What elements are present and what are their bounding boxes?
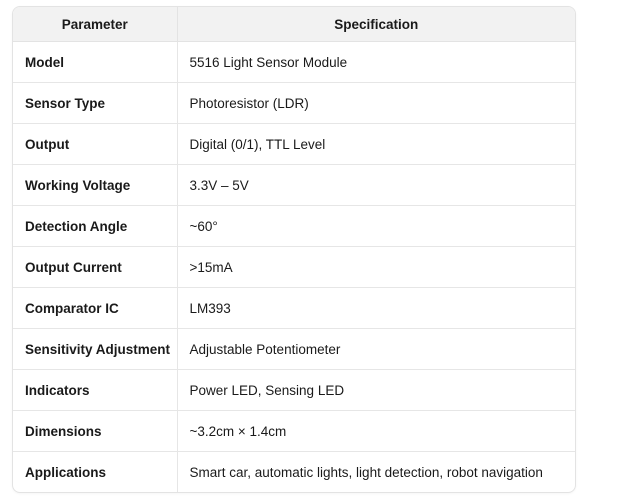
param-cell: Model bbox=[25, 54, 64, 70]
table-row: Comparator IC LM393 bbox=[13, 287, 575, 329]
table-row: Dimensions ~3.2cm × 1.4cm bbox=[13, 410, 575, 452]
table-row: Output Current >15mA bbox=[13, 246, 575, 288]
param-cell: Output bbox=[13, 123, 177, 165]
spec-cell: Photoresistor (LDR) bbox=[176, 82, 575, 124]
param-cell: Working Voltage bbox=[13, 164, 177, 206]
spec-cell: 5516 Light Sensor Module bbox=[176, 41, 575, 83]
spec-cell: 3.3V – 5V bbox=[176, 164, 575, 206]
param-cell: Indicators bbox=[13, 369, 177, 411]
table-row: Model 5516 Light Sensor Module bbox=[13, 41, 575, 83]
table-row: Sensor Type Photoresistor (LDR) bbox=[13, 82, 575, 124]
spec-cell: Digital (0/1), TTL Level bbox=[176, 123, 575, 165]
spec-table: Parameter Specification Model 5516 Light… bbox=[13, 7, 575, 492]
spec-cell: Power LED, Sensing LED bbox=[176, 369, 575, 411]
param-cell: Detection Angle bbox=[13, 205, 177, 247]
table-body: Model 5516 Light Sensor Module Sensor Ty… bbox=[13, 41, 575, 492]
param-cell: Sensitivity Adjustment bbox=[13, 328, 177, 370]
spec-cell: Smart car, automatic lights, light detec… bbox=[176, 451, 575, 492]
spec-cell: ~3.2cm × 1.4cm bbox=[176, 410, 575, 452]
param-cell: Output Current bbox=[13, 246, 177, 288]
header-specification: Specification bbox=[176, 7, 575, 42]
header-parameter: Parameter bbox=[13, 7, 177, 42]
spec-cell: Adjustable Potentiometer bbox=[176, 328, 575, 370]
spec-cell: >15mA bbox=[176, 246, 575, 288]
param-cell: Comparator IC bbox=[13, 287, 177, 329]
param-cell: Dimensions bbox=[13, 410, 177, 452]
table-row: Output Digital (0/1), TTL Level bbox=[13, 123, 575, 165]
spec-table-container: Parameter Specification Model 5516 Light… bbox=[12, 6, 576, 493]
table-row: Detection Angle ~60° bbox=[13, 205, 575, 247]
param-cell: Applications bbox=[13, 451, 177, 492]
table-row: Working Voltage 3.3V – 5V bbox=[13, 164, 575, 206]
spec-cell: ~60° bbox=[176, 205, 575, 247]
table-header: Parameter Specification bbox=[13, 7, 575, 42]
spec-cell: LM393 bbox=[176, 287, 575, 329]
table-row: Sensitivity Adjustment Adjustable Potent… bbox=[13, 328, 575, 370]
param-cell: Sensor Type bbox=[13, 82, 177, 124]
header-row: Parameter Specification bbox=[13, 7, 575, 42]
table-row: Applications Smart car, automatic lights… bbox=[13, 451, 575, 492]
table-row: Indicators Power LED, Sensing LED bbox=[13, 369, 575, 411]
